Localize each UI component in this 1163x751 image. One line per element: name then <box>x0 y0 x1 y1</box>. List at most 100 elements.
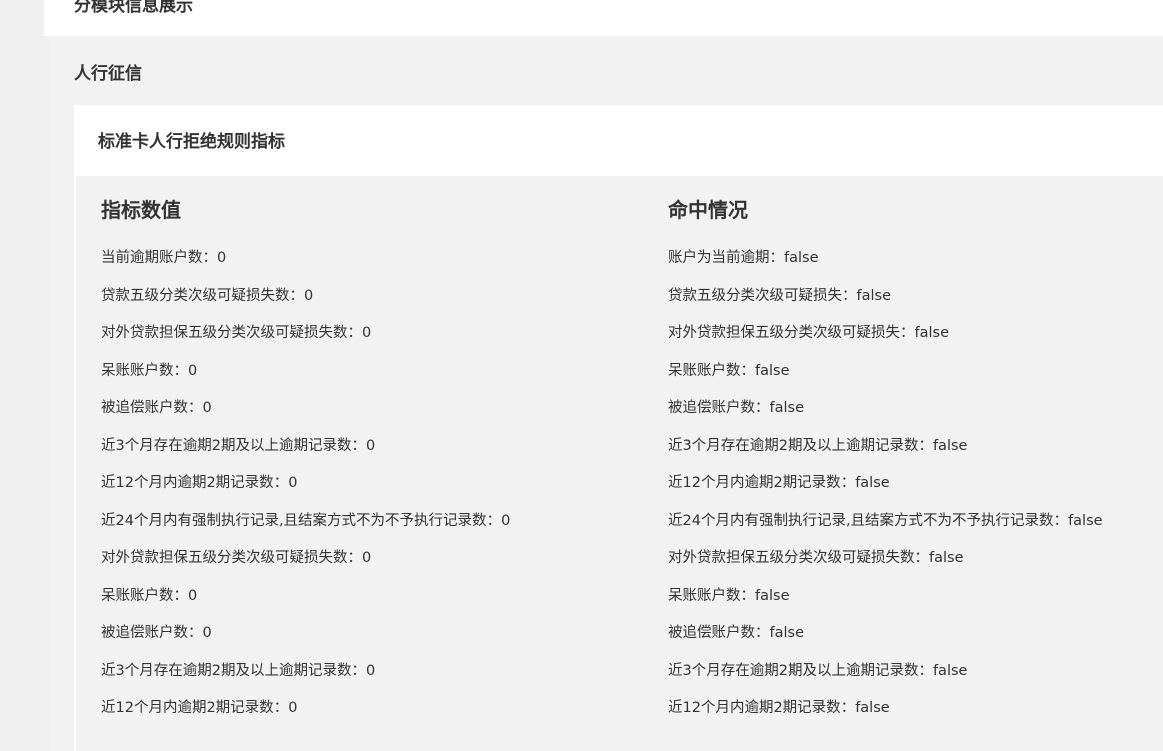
hit-status-row: 近24个月内有强制执行记录,且结案方式不为不予执行记录数：false <box>668 511 1103 549</box>
indicator-row-separator: ： <box>347 325 363 341</box>
indicator-row-label: 近12个月内逾期2期记录数 <box>101 475 274 491</box>
indicator-row: 贷款五级分类次级可疑损失数：0 <box>101 286 510 324</box>
hit-status-row-label: 被追偿账户数 <box>668 625 755 641</box>
indicator-row-separator: ： <box>289 287 305 304</box>
indicator-row: 当前逾期账户数：0 <box>101 248 510 286</box>
indicator-row-value: 0 <box>501 512 511 529</box>
hit-status-row-label: 呆账账户数 <box>668 587 741 604</box>
hit-status-row-separator: ： <box>740 587 756 604</box>
indicator-row-value: 0 <box>217 250 227 266</box>
indicator-row-separator: ： <box>351 662 366 679</box>
rule-card: 标准卡人行拒绝规则指标 指标数值 当前逾期账户数：0 贷款五级分类次级可疑损失数：… <box>74 105 1163 751</box>
hit-status-row-separator: ： <box>900 325 915 341</box>
hit-status-row: 呆账账户数：false <box>668 361 1103 399</box>
hit-status-row-separator: ： <box>842 287 857 304</box>
hit-status-row-value: false <box>855 475 890 491</box>
indicator-row-value: 0 <box>362 325 372 341</box>
indicator-row-separator: ： <box>351 437 366 454</box>
rule-card-title: 标准卡人行拒绝规则指标 <box>98 132 285 152</box>
hit-status-row-value: false <box>932 437 968 454</box>
indicator-row-separator: ： <box>273 700 289 716</box>
indicator-row-value: 0 <box>202 400 212 416</box>
hit-status-row: 被追偿账户数：false <box>668 623 1103 661</box>
indicator-row: 呆账账户数：0 <box>101 361 510 399</box>
module-panel-title: 分模块信息展示 <box>74 0 193 16</box>
hit-status-row-separator: ： <box>840 700 856 716</box>
hit-status-row-label: 近24个月内有强制执行记录,且结案方式不为不予执行记录数 <box>668 512 1054 529</box>
hit-status-row: 近3个月存在逾期2期及以上逾期记录数：false <box>668 661 1103 699</box>
indicator-row-label: 呆账账户数 <box>101 362 174 379</box>
indicator-row-label: 近3个月存在逾期2期及以上逾期记录数 <box>101 662 352 679</box>
hit-status-list: 账户为当前逾期：false 贷款五级分类次级可疑损失：false 对外贷款担保五级分… <box>668 248 1103 736</box>
hit-status-row-label: 近12个月内逾期2期记录数 <box>668 700 841 716</box>
indicator-row-value: 0 <box>202 625 212 641</box>
hit-status-row-separator: ： <box>918 662 933 679</box>
hit-status-row-separator: ： <box>918 437 933 454</box>
module-panel-header: 分模块信息展示 <box>44 0 1163 36</box>
hit-status-row: 近12个月内逾期2期记录数：false <box>668 698 1103 736</box>
hit-status-row-label: 贷款五级分类次级可疑损失 <box>668 287 842 304</box>
hit-status-row-value: false <box>932 662 968 679</box>
indicator-row: 被追偿账户数：0 <box>101 623 510 661</box>
hit-status-title: 命中情况 <box>668 198 748 222</box>
hit-status-row-separator: ： <box>914 550 930 566</box>
hit-status-row-value: false <box>1068 512 1103 529</box>
indicator-row: 近24个月内有强制执行记录,且结案方式不为不予执行记录数：0 <box>101 511 510 549</box>
indicator-row-value: 0 <box>365 437 376 454</box>
hit-status-row-label: 近12个月内逾期2期记录数 <box>668 475 841 491</box>
indicator-row-label: 当前逾期账户数 <box>101 250 203 266</box>
indicator-row-value: 0 <box>365 662 376 679</box>
indicator-row-label: 呆账账户数 <box>101 587 174 604</box>
indicator-row: 近12个月内逾期2期记录数：0 <box>101 698 510 736</box>
indicator-row-label: 贷款五级分类次级可疑损失数 <box>101 287 290 304</box>
hit-status-row: 贷款五级分类次级可疑损失：false <box>668 286 1103 324</box>
hit-status-row-label: 账户为当前逾期 <box>668 250 770 266</box>
hit-status-row-value: false <box>755 587 790 604</box>
hit-status-row-value: false <box>784 250 819 266</box>
hit-status-row-separator: ： <box>769 250 785 266</box>
hit-status-row-label: 呆账账户数 <box>668 362 741 379</box>
hit-status-row-separator: ： <box>755 625 770 641</box>
indicator-row-value: 0 <box>304 287 314 304</box>
indicator-row: 对外贷款担保五级分类次级可疑损失数：0 <box>101 323 510 361</box>
hit-status-row-label: 被追偿账户数 <box>668 400 755 416</box>
hit-status-row-separator: ： <box>840 475 856 491</box>
indicator-row-separator: ： <box>486 512 502 529</box>
left-gutter <box>0 0 44 751</box>
hit-status-row-value: false <box>769 400 805 416</box>
indicator-row: 呆账账户数：0 <box>101 586 510 624</box>
hit-status-row-label: 对外贷款担保五级分类次级可疑损失数 <box>668 550 915 566</box>
hit-status-row-value: false <box>769 625 805 641</box>
indicator-row-separator: ： <box>188 400 203 416</box>
hit-status-row-label: 对外贷款担保五级分类次级可疑损失 <box>668 325 900 341</box>
indicator-row-separator: ： <box>173 362 189 379</box>
hit-status-row-value: false <box>755 362 790 379</box>
rule-card-body: 指标数值 当前逾期账户数：0 贷款五级分类次级可疑损失数：0 对外贷款担保五级分类次… <box>76 176 1163 751</box>
indicator-row-label: 近24个月内有强制执行记录,且结案方式不为不予执行记录数 <box>101 512 487 529</box>
indicator-row-label: 被追偿账户数 <box>101 400 188 416</box>
indicator-row-label: 近12个月内逾期2期记录数 <box>101 700 274 716</box>
indicator-row-value: 0 <box>362 550 372 566</box>
indicator-row-label: 被追偿账户数 <box>101 625 188 641</box>
indicator-row: 对外贷款担保五级分类次级可疑损失数：0 <box>101 548 510 586</box>
indicator-row-value: 0 <box>288 475 298 491</box>
indicator-row-separator: ： <box>347 550 363 566</box>
hit-status-row-separator: ： <box>740 362 756 379</box>
indicator-row-label: 对外贷款担保五级分类次级可疑损失数 <box>101 550 348 566</box>
indicator-row-separator: ： <box>202 250 218 266</box>
page: 分模块信息展示 人行征信 标准卡人行拒绝规则指标 指标数值 当前逾期账户数：0 贷… <box>0 0 1163 751</box>
hit-status-row-separator: ： <box>1053 512 1069 529</box>
hit-status-row-value: false <box>856 287 892 304</box>
hit-status-row-separator: ： <box>755 400 770 416</box>
indicator-row-separator: ： <box>273 475 289 491</box>
hit-status-row: 被追偿账户数：false <box>668 398 1103 436</box>
hit-status-row: 账户为当前逾期：false <box>668 248 1103 286</box>
indicator-row-separator: ： <box>173 587 189 604</box>
hit-status-row: 对外贷款担保五级分类次级可疑损失：false <box>668 323 1103 361</box>
indicator-row-label: 近3个月存在逾期2期及以上逾期记录数 <box>101 437 352 454</box>
rule-card-header: 标准卡人行拒绝规则指标 <box>74 105 1163 176</box>
hit-status-row-label: 近3个月存在逾期2期及以上逾期记录数 <box>668 437 919 454</box>
hit-status-row: 近12个月内逾期2期记录数：false <box>668 473 1103 511</box>
hit-status-row-value: false <box>914 325 950 341</box>
hit-status-row-value: false <box>855 700 890 716</box>
